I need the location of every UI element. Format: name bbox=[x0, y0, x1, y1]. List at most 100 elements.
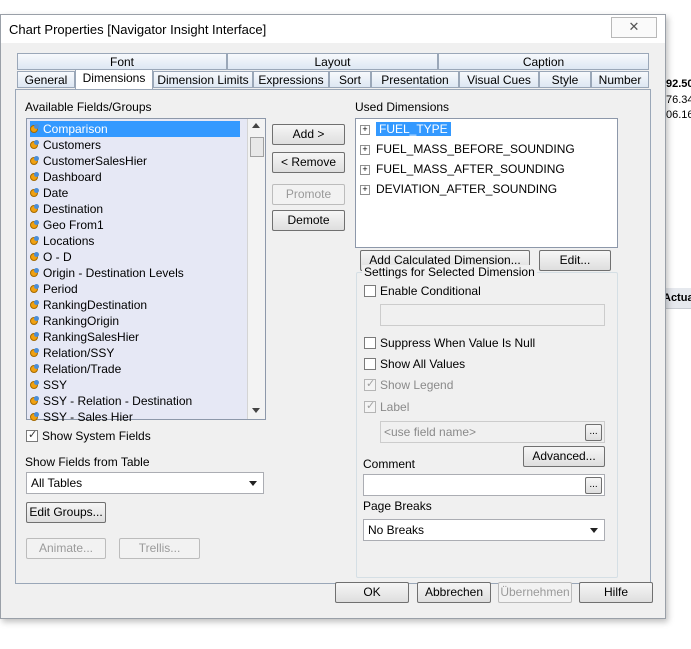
show-system-fields-checkbox[interactable]: ✓ bbox=[26, 429, 38, 442]
promote-button[interactable]: Promote bbox=[272, 184, 345, 205]
used-dimension-item[interactable]: + DEVIATION_AFTER_SOUNDING bbox=[360, 181, 570, 197]
tab-dimension-limits[interactable]: Dimension Limits bbox=[153, 71, 253, 88]
remove-button[interactable]: < Remove bbox=[272, 152, 345, 173]
list-item-label: RankingSalesHier bbox=[43, 330, 140, 344]
expand-icon[interactable]: + bbox=[360, 125, 370, 135]
list-item[interactable]: Relation/SSY bbox=[30, 345, 240, 361]
used-dimension-item[interactable]: + FUEL_MASS_BEFORE_SOUNDING bbox=[360, 141, 575, 157]
button-label: Add > bbox=[292, 127, 325, 141]
tab-style[interactable]: Style bbox=[539, 71, 591, 88]
background-cell: 76.34 bbox=[666, 94, 691, 106]
group-field-icon bbox=[30, 140, 40, 150]
tab-label: General bbox=[24, 73, 68, 87]
tab-visual-cues[interactable]: Visual Cues bbox=[459, 71, 539, 88]
tab-general[interactable]: General bbox=[17, 71, 75, 88]
button-label: Edit... bbox=[559, 253, 591, 267]
list-item[interactable]: SSY - Relation - Destination bbox=[30, 393, 240, 409]
tab-caption[interactable]: Caption bbox=[438, 53, 649, 70]
advanced-button[interactable]: Advanced... bbox=[523, 446, 605, 467]
list-item[interactable]: CustomerSalesHier bbox=[30, 153, 240, 169]
list-item[interactable]: O - D bbox=[30, 249, 240, 265]
show-all-values-checkbox[interactable] bbox=[364, 358, 376, 370]
label-ellipsis-button[interactable]: ... bbox=[585, 424, 602, 441]
show-legend-checkbox[interactable]: ✓ bbox=[364, 378, 376, 391]
used-dimension-item[interactable]: + FUEL_MASS_AFTER_SOUNDING bbox=[360, 161, 570, 177]
list-item[interactable]: RankingDestination bbox=[30, 297, 240, 313]
apply-button[interactable]: Übernehmen bbox=[498, 582, 572, 603]
label-checkbox[interactable]: ✓ bbox=[364, 400, 376, 413]
list-item-label: Dashboard bbox=[43, 170, 102, 184]
tab-expressions[interactable]: Expressions bbox=[253, 71, 329, 88]
list-item[interactable]: RankingSalesHier bbox=[30, 329, 240, 345]
list-item-label: Origin - Destination Levels bbox=[43, 266, 184, 280]
list-item[interactable]: RankingOrigin bbox=[30, 313, 240, 329]
expand-icon[interactable]: + bbox=[360, 145, 370, 155]
suppress-null-checkbox[interactable] bbox=[364, 337, 376, 349]
expand-icon[interactable]: + bbox=[360, 165, 370, 175]
tab-layout[interactable]: Layout bbox=[227, 53, 438, 70]
list-item[interactable]: Locations bbox=[30, 233, 240, 249]
list-item-label: Period bbox=[43, 282, 78, 296]
show-system-fields-label: Show System Fields bbox=[42, 429, 151, 443]
available-fields-label: Available Fields/Groups bbox=[25, 100, 152, 114]
scroll-down-icon[interactable] bbox=[252, 408, 260, 413]
vertical-scrollbar[interactable] bbox=[247, 119, 265, 419]
animate-button[interactable]: Animate... bbox=[26, 538, 106, 559]
tab-label: Expressions bbox=[258, 73, 324, 87]
list-item[interactable]: SSY - Sales Hier bbox=[30, 409, 240, 425]
group-field-icon bbox=[30, 300, 40, 310]
comment-field[interactable]: ... bbox=[363, 474, 605, 496]
list-item[interactable]: Date bbox=[30, 185, 240, 201]
list-item[interactable]: Destination bbox=[30, 201, 240, 217]
tab-label: Dimension Limits bbox=[157, 73, 249, 87]
ok-button[interactable]: OK bbox=[335, 582, 409, 603]
tab-number[interactable]: Number bbox=[591, 71, 649, 88]
chevron-down-icon bbox=[249, 481, 257, 486]
tab-dimensions[interactable]: Dimensions bbox=[75, 69, 153, 89]
list-item[interactable]: Customers bbox=[30, 137, 240, 153]
tab-presentation[interactable]: Presentation bbox=[371, 71, 459, 88]
edit-dimension-button[interactable]: Edit... bbox=[539, 250, 611, 271]
enable-conditional-checkbox[interactable] bbox=[364, 285, 376, 297]
demote-button[interactable]: Demote bbox=[272, 210, 345, 231]
expand-icon[interactable]: + bbox=[360, 185, 370, 195]
close-button[interactable]: ✕ bbox=[611, 17, 657, 38]
label-checkbox-label: Label bbox=[380, 400, 410, 414]
help-button[interactable]: Hilfe bbox=[579, 582, 653, 603]
add-button[interactable]: Add > bbox=[272, 124, 345, 145]
comment-ellipsis-button[interactable]: ... bbox=[585, 477, 602, 494]
group-field-icon bbox=[30, 412, 40, 422]
list-item-label: CustomerSalesHier bbox=[43, 154, 148, 168]
list-item[interactable]: Period bbox=[30, 281, 240, 297]
table-select[interactable]: All Tables bbox=[26, 472, 264, 494]
chart-properties-dialog: Chart Properties [Navigator Insight Inte… bbox=[0, 14, 666, 619]
list-item[interactable]: Origin - Destination Levels bbox=[30, 265, 240, 281]
list-item-label: Relation/Trade bbox=[43, 362, 122, 376]
used-dimensions-list[interactable]: + FUEL_TYPE + FUEL_MASS_BEFORE_SOUNDING + FUE… bbox=[355, 118, 618, 248]
tab-font[interactable]: Font bbox=[17, 53, 227, 70]
list-item[interactable]: Comparison bbox=[30, 121, 240, 137]
cancel-button[interactable]: Abbrechen bbox=[417, 582, 491, 603]
page-breaks-select[interactable]: No Breaks bbox=[363, 519, 605, 541]
tab-label: Style bbox=[551, 73, 579, 87]
label-field[interactable]: <use field name> ... bbox=[380, 421, 605, 443]
enable-conditional-label: Enable Conditional bbox=[380, 284, 481, 298]
group-field-icon bbox=[30, 252, 40, 262]
edit-groups-button[interactable]: Edit Groups... bbox=[26, 502, 106, 523]
scroll-thumb[interactable] bbox=[250, 137, 264, 157]
list-item[interactable]: Dashboard bbox=[30, 169, 240, 185]
tab-sort[interactable]: Sort bbox=[329, 71, 371, 88]
scroll-up-icon[interactable] bbox=[252, 123, 260, 128]
list-item[interactable]: SSY bbox=[30, 377, 240, 393]
conditional-expression-field[interactable] bbox=[380, 304, 605, 326]
used-dimension-item[interactable]: + FUEL_TYPE bbox=[360, 121, 570, 137]
tab-label: Font bbox=[109, 55, 134, 69]
list-item[interactable]: Geo From1 bbox=[30, 217, 240, 233]
list-item-label: Locations bbox=[43, 234, 95, 248]
list-item[interactable]: Relation/Trade bbox=[30, 361, 240, 377]
group-field-icon bbox=[30, 364, 40, 374]
available-fields-list[interactable]: Comparison Customers CustomerSalesHier Dash… bbox=[26, 118, 266, 424]
show-fields-from-table-label: Show Fields from Table bbox=[25, 455, 150, 469]
trellis-button[interactable]: Trellis... bbox=[119, 538, 200, 559]
page-breaks-value: No Breaks bbox=[368, 523, 425, 537]
